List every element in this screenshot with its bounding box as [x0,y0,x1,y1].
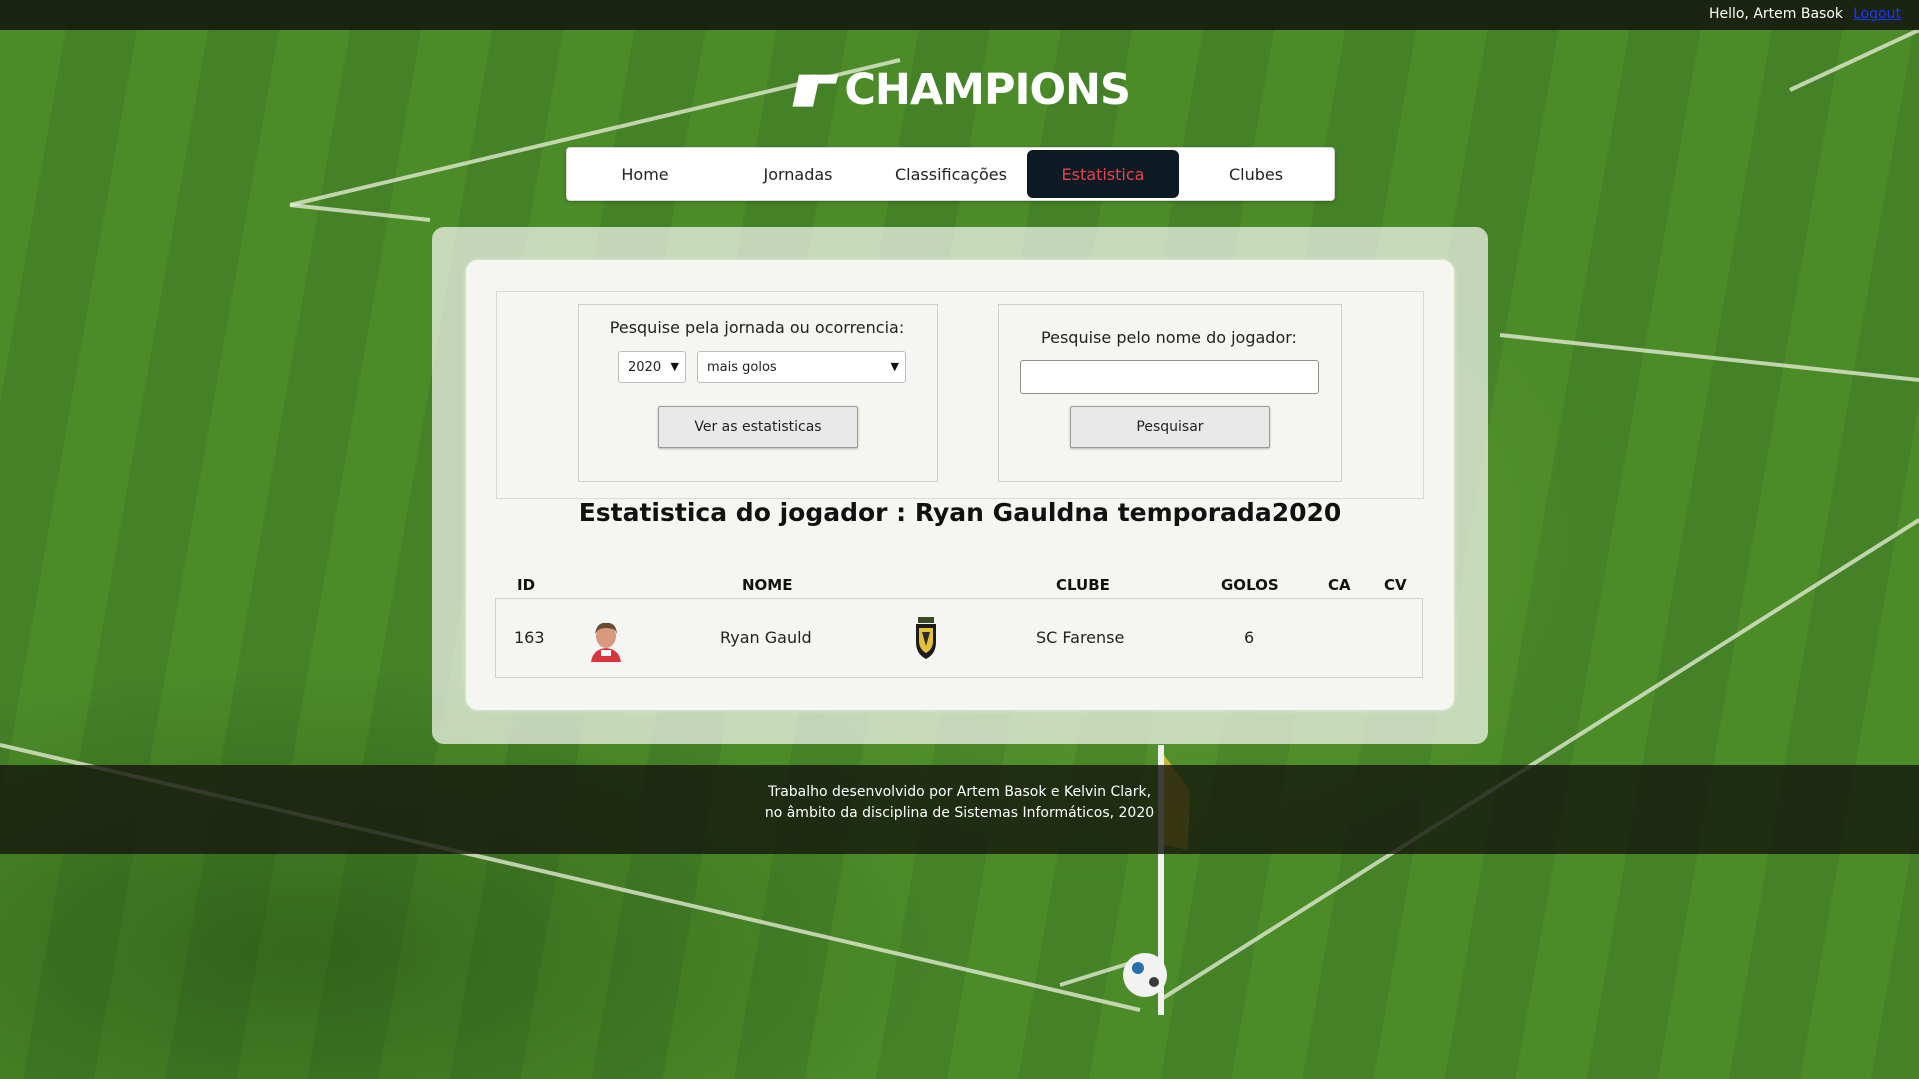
champions-logo[interactable]: CHAMPIONS [790,56,1131,124]
column-header-id: ID [517,576,536,594]
nav-item-estatistica[interactable]: Estatistica [1027,150,1179,198]
footer: Trabalho desenvolvido por Artem Basok e … [0,765,1919,854]
footer-course: no âmbito da disciplina de Sistemas Info… [764,805,1155,821]
nav-item-clubes[interactable]: Clubes [1180,150,1332,198]
chevron-down-icon: ▼ [890,360,899,373]
player-name: Ryan Gauld [720,628,812,647]
nav-item-home[interactable]: Home [569,150,721,198]
club-crest [916,617,936,659]
player-goals: 6 [1244,628,1255,647]
table-row [495,598,1423,678]
greeting-text: Hello, Artem Basok [1708,6,1843,22]
top-bar: Hello, Artem Basok Logout [0,0,1919,30]
logout-link[interactable]: Logout [1853,6,1901,22]
year-select-value: 2020 [628,359,662,375]
column-header-ca: CA [1328,576,1351,594]
round-search-label: Pesquise pela jornada ou ocorrencia: [609,318,905,337]
column-header-clube: CLUBE [1056,576,1110,594]
column-header-cv: CV [1384,576,1407,594]
player-search-label: Pesquise pelo nome do jogador: [1041,328,1297,347]
stats-title: Estatistica do jogador : Ryan Gauldna te… [578,498,1342,527]
occurrence-select[interactable]: mais golos ▼ [697,351,906,383]
nav-item-classificacoes[interactable]: Classificações [875,150,1027,198]
occurrence-select-value: mais golos [707,359,777,375]
year-select[interactable]: 2020 ▼ [618,351,686,383]
player-id: 163 [514,628,545,647]
player-photo [589,620,623,662]
footer-credits: Trabalho desenvolvido por Artem Basok e … [767,784,1152,800]
logo-mark-icon [792,74,839,107]
brand-name: CHAMPIONS [844,65,1131,115]
search-button[interactable]: Pesquisar [1070,406,1270,448]
player-club: SC Farense [1036,628,1125,647]
view-stats-button[interactable]: Ver as estatisticas [658,406,858,448]
nav-item-jornadas[interactable]: Jornadas [722,150,874,198]
player-name-input[interactable] [1020,360,1319,394]
column-header-nome: NOME [742,576,793,594]
chevron-down-icon: ▼ [670,360,679,373]
column-header-golos: GOLOS [1221,576,1279,594]
main-nav: Home Jornadas Classificações Estatistica… [566,147,1335,201]
